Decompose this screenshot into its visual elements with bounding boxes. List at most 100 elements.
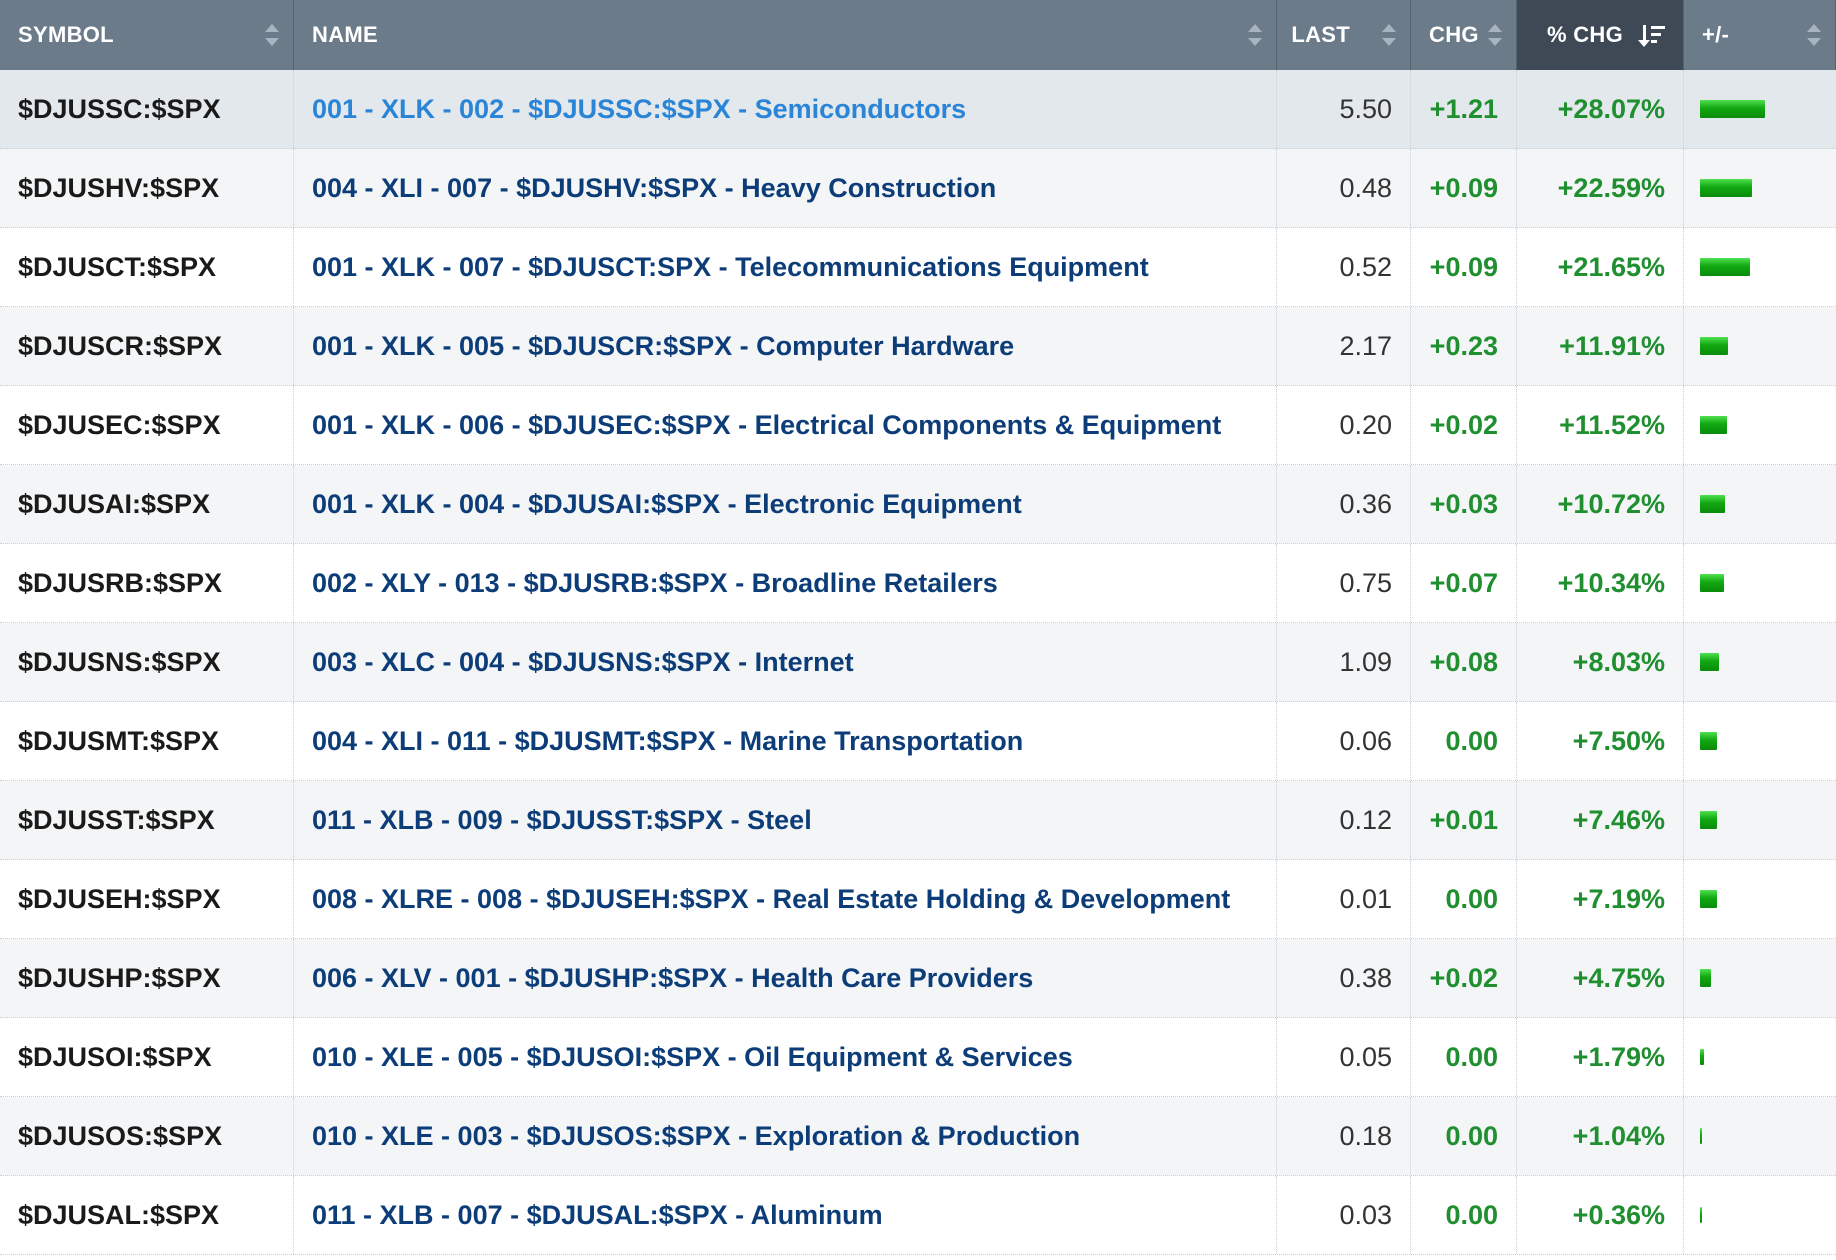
name-link[interactable]: 001 - XLK - 007 - $DJUSCT:SPX - Telecomm…: [294, 228, 1277, 306]
name-link[interactable]: 011 - XLB - 009 - $DJUSST:$SPX - Steel: [294, 781, 1277, 859]
column-header-name-label: NAME: [312, 22, 378, 47]
symbol-cell[interactable]: $DJUSMT:$SPX: [0, 702, 294, 780]
name-link[interactable]: 006 - XLV - 001 - $DJUSHP:$SPX - Health …: [294, 939, 1277, 1017]
name-link[interactable]: 008 - XLRE - 008 - $DJUSEH:$SPX - Real E…: [294, 860, 1277, 938]
column-header-chg[interactable]: CHG: [1411, 0, 1517, 70]
symbol-cell[interactable]: $DJUSEH:$SPX: [0, 860, 294, 938]
column-header-plus-minus[interactable]: +/-: [1684, 0, 1836, 70]
plus-minus-cell: [1684, 939, 1836, 1017]
pct-chg-cell: +21.65%: [1517, 228, 1684, 306]
sort-toggle-icon[interactable]: [1382, 24, 1396, 46]
symbol-cell[interactable]: $DJUSAL:$SPX: [0, 1176, 294, 1254]
symbol-cell[interactable]: $DJUSRB:$SPX: [0, 544, 294, 622]
symbol-cell[interactable]: $DJUSOS:$SPX: [0, 1097, 294, 1175]
last-cell: 0.52: [1277, 228, 1411, 306]
last-cell: 0.38: [1277, 939, 1411, 1017]
pct-chg-cell: +11.52%: [1517, 386, 1684, 464]
table-row[interactable]: $DJUSHP:$SPX 006 - XLV - 001 - $DJUSHP:$…: [0, 939, 1836, 1018]
table-row[interactable]: $DJUSHV:$SPX 004 - XLI - 007 - $DJUSHV:$…: [0, 149, 1836, 228]
pct-chg-cell: +7.19%: [1517, 860, 1684, 938]
data-table: SYMBOL NAME LAST CHG % CHG +/- $DJUSSC:$…: [0, 0, 1836, 1255]
name-link[interactable]: 001 - XLK - 005 - $DJUSCR:$SPX - Compute…: [294, 307, 1277, 385]
change-bar: [1700, 1207, 1702, 1223]
column-header-symbol[interactable]: SYMBOL: [0, 0, 294, 70]
plus-minus-cell: [1684, 623, 1836, 701]
table-row[interactable]: $DJUSEC:$SPX 001 - XLK - 006 - $DJUSEC:$…: [0, 386, 1836, 465]
name-link[interactable]: 010 - XLE - 003 - $DJUSOS:$SPX - Explora…: [294, 1097, 1277, 1175]
symbol-cell[interactable]: $DJUSNS:$SPX: [0, 623, 294, 701]
name-link[interactable]: 010 - XLE - 005 - $DJUSOI:$SPX - Oil Equ…: [294, 1018, 1277, 1096]
last-cell: 0.05: [1277, 1018, 1411, 1096]
change-bar: [1700, 969, 1711, 987]
chg-cell: 0.00: [1411, 702, 1517, 780]
change-bar: [1700, 100, 1765, 118]
plus-minus-cell: [1684, 228, 1836, 306]
chg-cell: +0.23: [1411, 307, 1517, 385]
chg-cell: +0.08: [1411, 623, 1517, 701]
table-row[interactable]: $DJUSMT:$SPX 004 - XLI - 011 - $DJUSMT:$…: [0, 702, 1836, 781]
pct-chg-cell: +1.79%: [1517, 1018, 1684, 1096]
change-bar: [1700, 179, 1753, 197]
symbol-cell[interactable]: $DJUSCR:$SPX: [0, 307, 294, 385]
plus-minus-cell: [1684, 70, 1836, 148]
symbol-cell[interactable]: $DJUSST:$SPX: [0, 781, 294, 859]
name-link[interactable]: 001 - XLK - 002 - $DJUSSC:$SPX - Semicon…: [294, 70, 1277, 148]
last-cell: 2.17: [1277, 307, 1411, 385]
sort-toggle-icon[interactable]: [1807, 24, 1821, 46]
table-row[interactable]: $DJUSEH:$SPX 008 - XLRE - 008 - $DJUSEH:…: [0, 860, 1836, 939]
name-link[interactable]: 004 - XLI - 007 - $DJUSHV:$SPX - Heavy C…: [294, 149, 1277, 227]
name-link[interactable]: 001 - XLK - 004 - $DJUSAI:$SPX - Electro…: [294, 465, 1277, 543]
column-header-last[interactable]: LAST: [1277, 0, 1411, 70]
name-link[interactable]: 002 - XLY - 013 - $DJUSRB:$SPX - Broadli…: [294, 544, 1277, 622]
symbol-cell[interactable]: $DJUSHV:$SPX: [0, 149, 294, 227]
pct-chg-cell: +11.91%: [1517, 307, 1684, 385]
plus-minus-cell: [1684, 386, 1836, 464]
symbol-cell[interactable]: $DJUSAI:$SPX: [0, 465, 294, 543]
table-row[interactable]: $DJUSAI:$SPX 001 - XLK - 004 - $DJUSAI:$…: [0, 465, 1836, 544]
change-bar: [1700, 416, 1727, 434]
column-header-last-label: LAST: [1291, 22, 1350, 47]
column-header-name[interactable]: NAME: [294, 0, 1277, 70]
name-link[interactable]: 003 - XLC - 004 - $DJUSNS:$SPX - Interne…: [294, 623, 1277, 701]
table-row[interactable]: $DJUSAL:$SPX 011 - XLB - 007 - $DJUSAL:$…: [0, 1176, 1836, 1255]
change-bar: [1700, 811, 1718, 829]
symbol-cell[interactable]: $DJUSEC:$SPX: [0, 386, 294, 464]
change-bar: [1700, 258, 1751, 276]
pct-chg-cell: +7.50%: [1517, 702, 1684, 780]
table-row[interactable]: $DJUSCR:$SPX 001 - XLK - 005 - $DJUSCR:$…: [0, 307, 1836, 386]
plus-minus-cell: [1684, 465, 1836, 543]
column-header-pct-chg-label: % CHG: [1546, 22, 1623, 47]
name-link[interactable]: 004 - XLI - 011 - $DJUSMT:$SPX - Marine …: [294, 702, 1277, 780]
column-header-pct-chg[interactable]: % CHG: [1517, 0, 1684, 70]
sort-descending-icon[interactable]: [1638, 23, 1669, 47]
table-row[interactable]: $DJUSRB:$SPX 002 - XLY - 013 - $DJUSRB:$…: [0, 544, 1836, 623]
table-row[interactable]: $DJUSST:$SPX 011 - XLB - 009 - $DJUSST:$…: [0, 781, 1836, 860]
chg-cell: +0.07: [1411, 544, 1517, 622]
change-bar: [1700, 495, 1725, 513]
table-row[interactable]: $DJUSOS:$SPX 010 - XLE - 003 - $DJUSOS:$…: [0, 1097, 1836, 1176]
table-row[interactable]: $DJUSOI:$SPX 010 - XLE - 005 - $DJUSOI:$…: [0, 1018, 1836, 1097]
sort-toggle-icon[interactable]: [265, 24, 279, 46]
last-cell: 5.50: [1277, 70, 1411, 148]
pct-chg-cell: +0.36%: [1517, 1176, 1684, 1254]
sort-toggle-icon[interactable]: [1248, 24, 1262, 46]
symbol-cell[interactable]: $DJUSSC:$SPX: [0, 70, 294, 148]
last-cell: 0.36: [1277, 465, 1411, 543]
name-link[interactable]: 001 - XLK - 006 - $DJUSEC:$SPX - Electri…: [294, 386, 1277, 464]
chg-cell: +0.02: [1411, 939, 1517, 1017]
table-row[interactable]: $DJUSSC:$SPX 001 - XLK - 002 - $DJUSSC:$…: [0, 70, 1836, 149]
plus-minus-cell: [1684, 860, 1836, 938]
column-header-chg-label: CHG: [1429, 22, 1479, 47]
change-bar: [1700, 574, 1724, 592]
pct-chg-cell: +7.46%: [1517, 781, 1684, 859]
plus-minus-cell: [1684, 1018, 1836, 1096]
symbol-cell[interactable]: $DJUSHP:$SPX: [0, 939, 294, 1017]
table-row[interactable]: $DJUSCT:$SPX 001 - XLK - 007 - $DJUSCT:S…: [0, 228, 1836, 307]
sort-toggle-icon[interactable]: [1488, 24, 1502, 46]
table-body: $DJUSSC:$SPX 001 - XLK - 002 - $DJUSSC:$…: [0, 70, 1836, 1255]
table-row[interactable]: $DJUSNS:$SPX 003 - XLC - 004 - $DJUSNS:$…: [0, 623, 1836, 702]
symbol-cell[interactable]: $DJUSCT:$SPX: [0, 228, 294, 306]
symbol-cell[interactable]: $DJUSOI:$SPX: [0, 1018, 294, 1096]
chg-cell: +0.02: [1411, 386, 1517, 464]
name-link[interactable]: 011 - XLB - 007 - $DJUSAL:$SPX - Aluminu…: [294, 1176, 1277, 1254]
